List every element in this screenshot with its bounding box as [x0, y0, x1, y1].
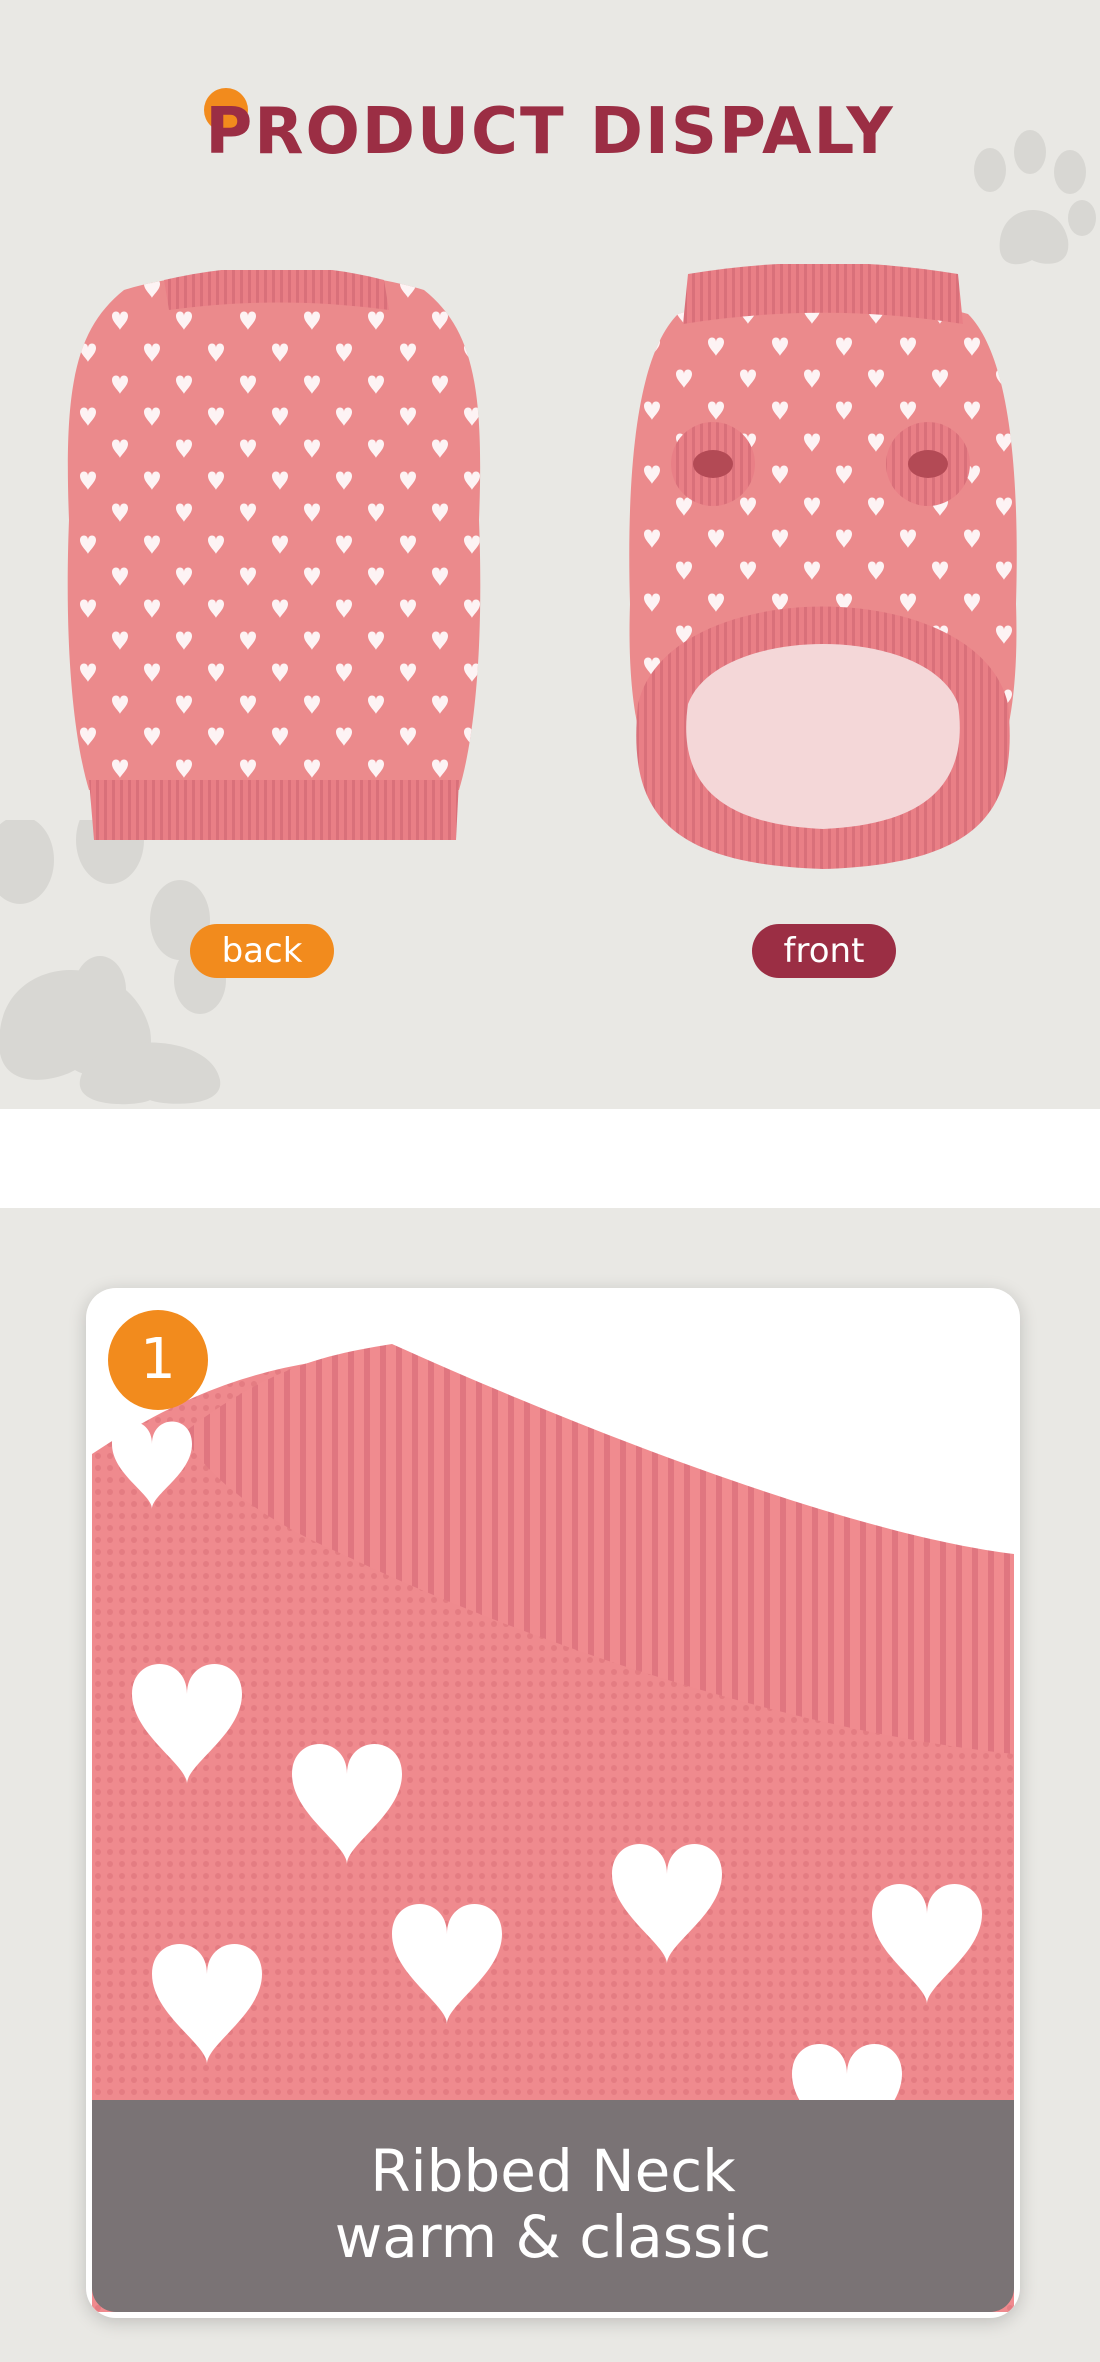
- caption-title: Ribbed Neck: [370, 2137, 736, 2205]
- sweater-front-image: [629, 264, 1017, 869]
- front-label: front: [752, 924, 896, 978]
- feature-number-badge: 1: [108, 1310, 208, 1410]
- feature-card: 1 Ribbed Neck warm & classic: [86, 1288, 1020, 2318]
- back-label: back: [190, 924, 334, 978]
- feature-caption: Ribbed Neck warm & classic: [92, 2100, 1014, 2312]
- caption-subtitle: warm & classic: [334, 2203, 772, 2271]
- sweater-back-image: [67, 270, 481, 840]
- feature-section: 1 Ribbed Neck warm & classic: [0, 1208, 1100, 2362]
- page-title: PRODUCT DISPALY: [205, 95, 895, 169]
- product-display-section: PRODUCT DISPALY back front: [0, 0, 1100, 1109]
